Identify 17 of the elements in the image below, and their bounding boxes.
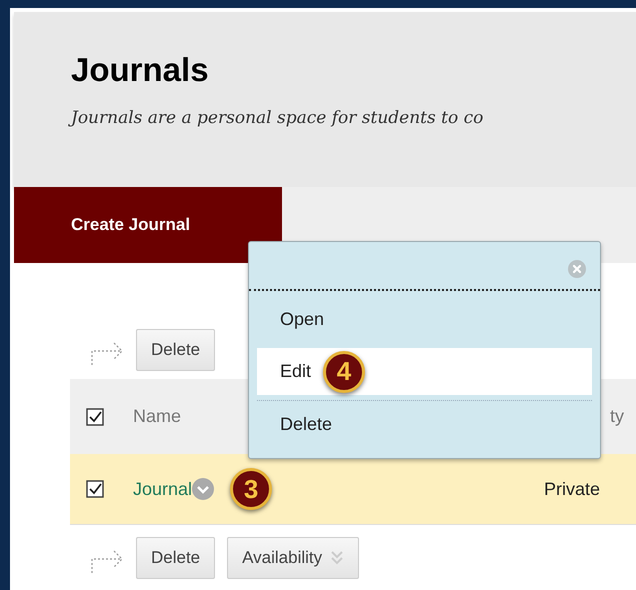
menu-item[interactable]: Edit 4 xyxy=(257,348,592,395)
availability-button[interactable]: Availability xyxy=(227,537,360,579)
table-cell-text: Private xyxy=(544,478,600,500)
step-badge: 4 xyxy=(323,350,366,392)
checkbox[interactable] xyxy=(86,480,104,498)
journal-link[interactable]: Journal xyxy=(133,476,192,502)
step-badge: 3 xyxy=(230,468,272,510)
menu-item[interactable]: Open xyxy=(257,296,592,343)
page-title: Journals xyxy=(71,50,209,90)
delete-button[interactable]: Delete xyxy=(136,537,216,579)
column-header: ty xyxy=(610,405,624,428)
double-chevron-icon xyxy=(330,550,344,566)
tab[interactable]: Create Journal xyxy=(14,187,282,263)
delete-button[interactable]: Delete xyxy=(136,329,216,371)
checkbox[interactable] xyxy=(86,408,104,426)
column-header: Name xyxy=(133,405,182,428)
menu-item[interactable]: Delete xyxy=(257,400,592,447)
